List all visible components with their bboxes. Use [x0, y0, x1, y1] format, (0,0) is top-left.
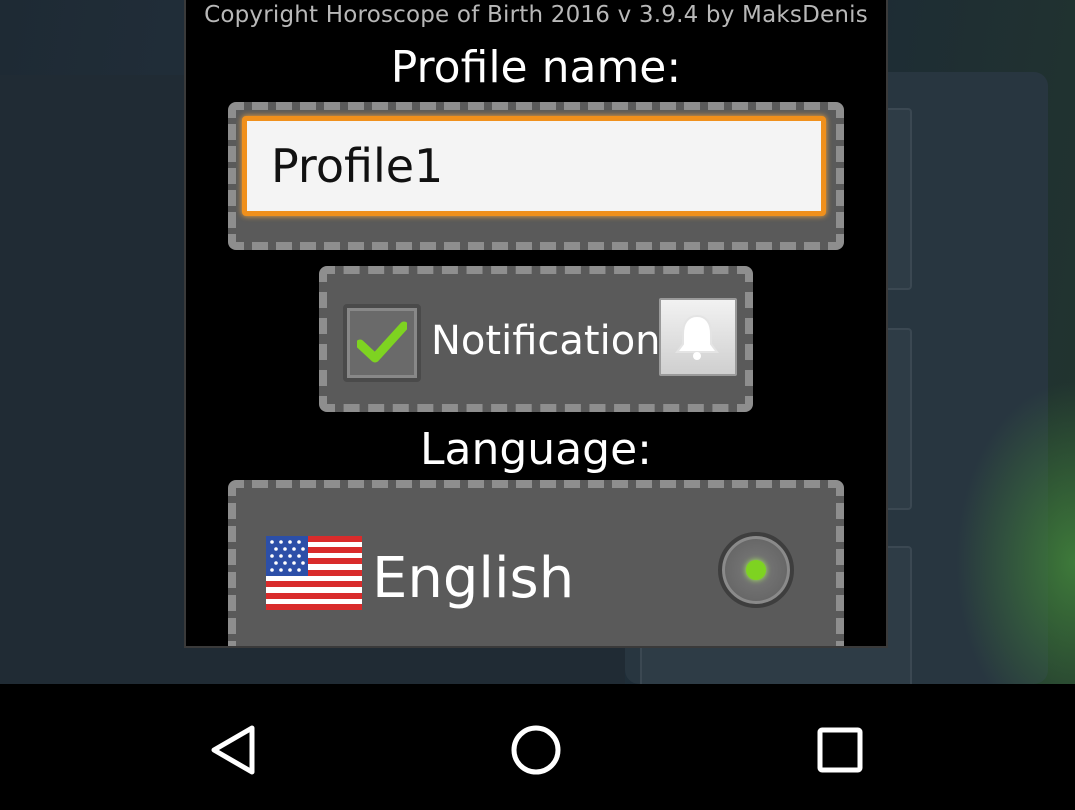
notification-label: Notification	[431, 318, 661, 364]
language-radio-button[interactable]	[718, 532, 794, 608]
notification-sound-button[interactable]	[659, 298, 737, 376]
notification-checkbox[interactable]	[343, 304, 421, 382]
bell-icon	[675, 314, 719, 360]
profile-dialog: Copyright Horoscope of Birth 2016 v 3.9.…	[184, 0, 888, 648]
recent-apps-icon[interactable]	[812, 722, 868, 778]
back-icon[interactable]	[206, 722, 262, 778]
check-icon	[357, 321, 407, 363]
language-option-label: English	[372, 546, 575, 611]
language-option-english[interactable]: English	[228, 480, 844, 646]
profile-name-container	[228, 102, 844, 250]
copyright-text: Copyright Horoscope of Birth 2016 v 3.9.…	[204, 2, 868, 28]
radio-selected-dot	[746, 560, 766, 580]
android-nav-bar	[0, 684, 1075, 810]
profile-name-input[interactable]	[242, 116, 826, 216]
language-label: Language:	[420, 424, 652, 475]
us-flag-icon	[266, 536, 362, 610]
profile-name-label: Profile name:	[390, 42, 682, 93]
home-icon[interactable]	[508, 722, 564, 778]
notification-container[interactable]: Notification	[319, 266, 753, 412]
background-glow	[955, 380, 1075, 684]
